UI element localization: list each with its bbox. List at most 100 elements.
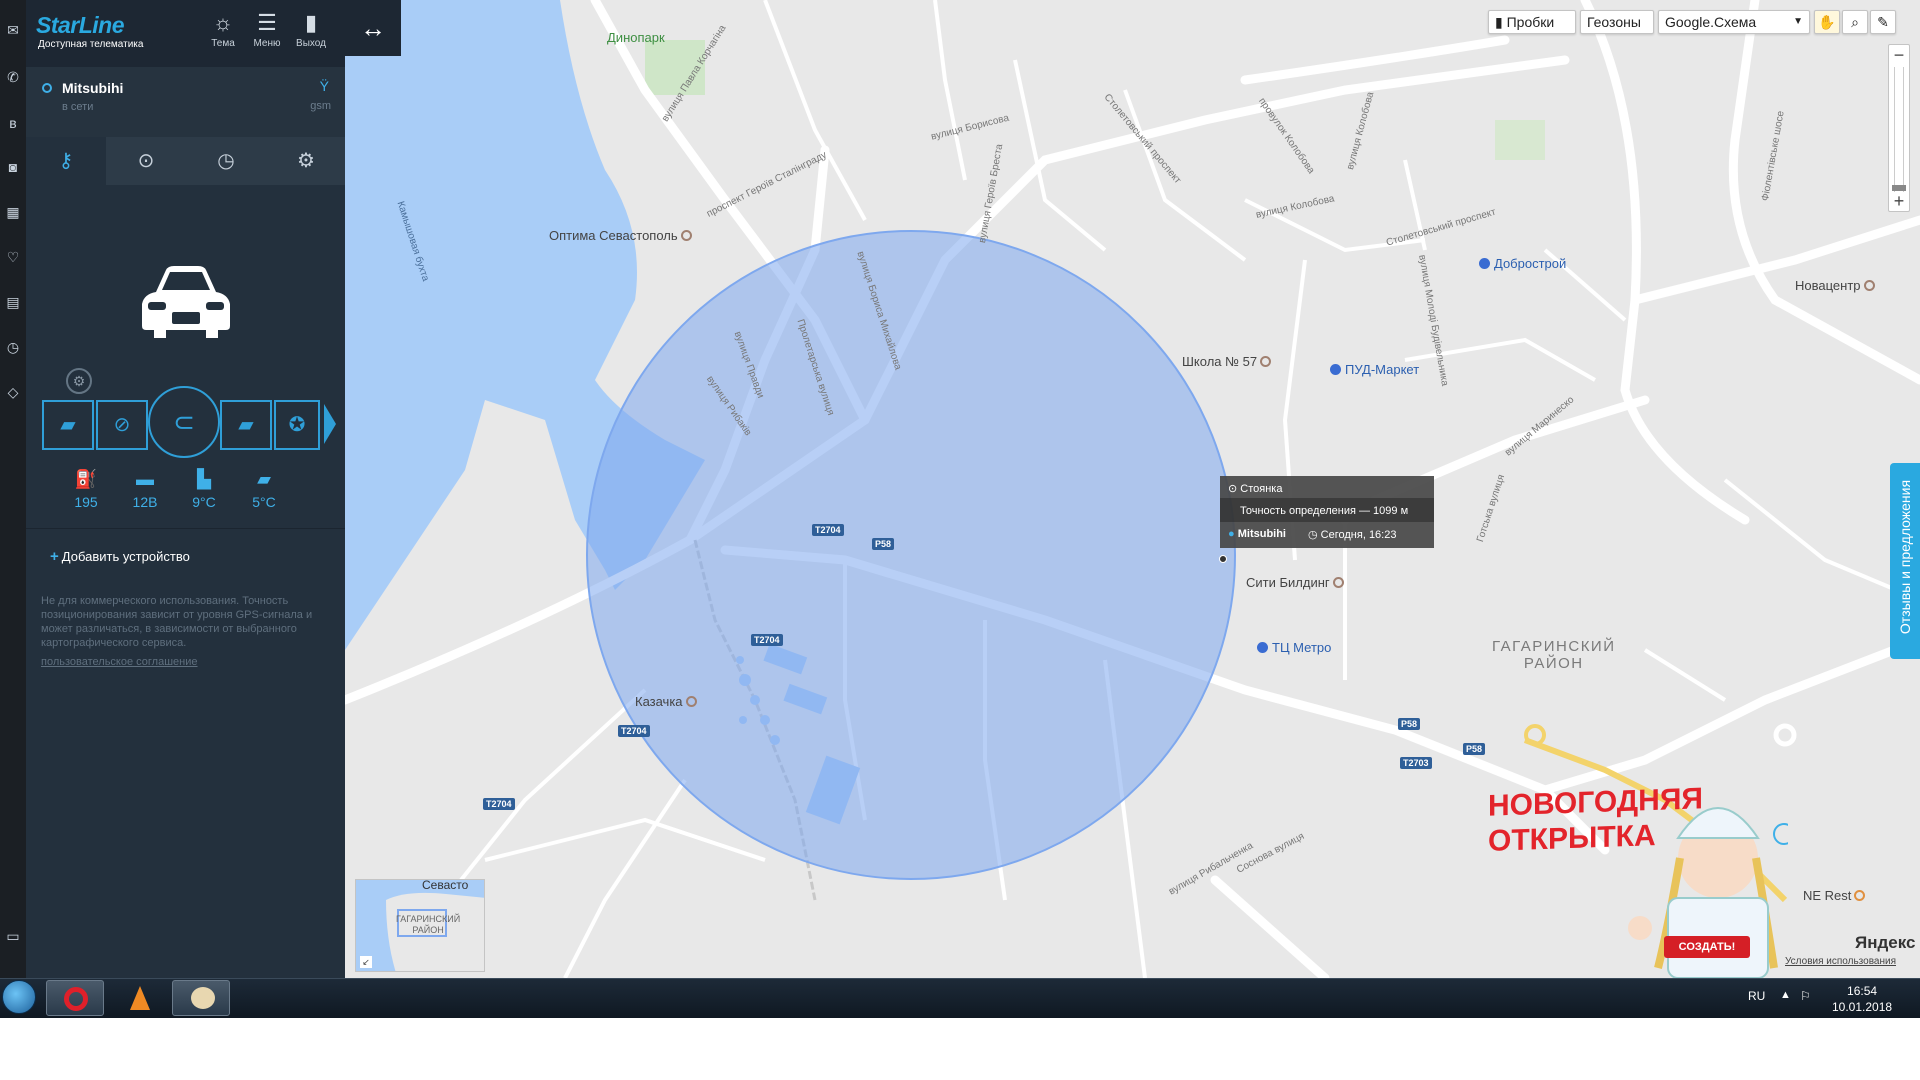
engine-settings-icon[interactable]: ⚙ [66, 368, 92, 394]
minimap[interactable]: Севасто ГАГАРИНСКИЙ РАЙОН ↙ [355, 879, 485, 972]
next-controls-icon[interactable] [324, 404, 336, 444]
status-dot-icon [42, 83, 52, 93]
starline-logo: StarLine [36, 12, 125, 38]
parking-icon: ⊙ [1228, 483, 1238, 495]
car-location-marker[interactable] [1219, 555, 1227, 563]
theme-button[interactable]: ☼ Тема [201, 8, 245, 49]
fuel-gauge-icon: ⛽ [74, 469, 98, 489]
exit-door-icon: ▮ [304, 10, 318, 35]
camera-icon[interactable]: ◙ [3, 157, 23, 177]
signal-type: gsm [310, 100, 331, 112]
tagline: Доступная телематика [38, 39, 144, 50]
map-label-novacenter: Новацентр [1795, 278, 1875, 293]
device-status: в сети [62, 101, 94, 113]
restaurant-icon [1854, 890, 1866, 901]
language-indicator[interactable]: RU [1748, 989, 1765, 1003]
panel-icon[interactable]: ▭ [3, 926, 23, 946]
clock[interactable]: 16:54 10.01.2018 [1832, 983, 1892, 1015]
arrows-horizontal-icon: ↔ [360, 13, 386, 43]
poi-icon [680, 230, 692, 241]
tab-location[interactable]: ⊙ [106, 137, 186, 185]
school-icon [1260, 356, 1272, 367]
tab-history[interactable]: ◷ [186, 137, 266, 185]
popup-title: ⊙ Стоянка [1228, 483, 1283, 495]
taskbar-app-opera[interactable] [46, 980, 104, 1016]
tab-control[interactable]: ⚷ [26, 137, 106, 185]
key-icon: ⚷ [58, 150, 74, 172]
history-icon[interactable]: ◷ [3, 337, 23, 357]
zoom-track[interactable] [1894, 67, 1904, 192]
zoom-control[interactable]: − + [1888, 44, 1910, 212]
taskbar-app-vlc[interactable] [110, 980, 168, 1016]
park-area [1495, 120, 1545, 160]
add-device-button[interactable]: + Добавить устройство [50, 548, 190, 565]
map-label-dobrostroy: Добрострой [1479, 256, 1566, 271]
poi-icon [685, 696, 697, 707]
apps-grid-icon[interactable]: ▦ [3, 202, 23, 222]
accuracy-circle [586, 230, 1236, 880]
stat-battery: ▬ 12В [115, 468, 175, 510]
hand-tool-button[interactable]: ✋ [1814, 10, 1840, 34]
ruler-icon: ✎ [1877, 14, 1889, 30]
traffic-light-icon: ▮ [1495, 14, 1503, 30]
popup-accuracy: Точность определения — 1099 м [1240, 505, 1409, 517]
action-center-icon[interactable]: ⚐ [1800, 989, 1811, 1003]
whatsapp-icon[interactable]: ✆ [3, 67, 23, 87]
heater-button[interactable]: ▰ [220, 400, 272, 450]
engine-stop-button[interactable]: ⊘ [96, 400, 148, 450]
geozones-button[interactable]: Геозоны [1580, 10, 1654, 34]
news-icon[interactable]: ▤ [3, 292, 23, 312]
taskbar-app-paint[interactable] [172, 980, 230, 1016]
road-shield: P58 [1398, 718, 1421, 730]
sidebar-tabs: ⚷ ⊙ ◷ ⚙ [26, 137, 345, 185]
traffic-button[interactable]: ▮ Пробки [1488, 10, 1576, 34]
palette-icon [191, 987, 215, 1009]
map-label-tc-metro: ТЦ Метро [1257, 640, 1331, 655]
engine-heater-icon: ▰ [238, 414, 254, 436]
cube-icon[interactable]: ◇ [3, 382, 23, 402]
theme-label: Тема [211, 38, 235, 49]
new-year-card-ad[interactable]: НОВОГОДНЯЯ ОТКРЫТКА СОЗДАТЬ! [1488, 782, 1788, 978]
ruler-button[interactable]: ✎ [1870, 10, 1896, 34]
tab-settings[interactable]: ⚙ [266, 137, 346, 185]
horn-button[interactable]: ⊂ [148, 386, 220, 458]
road-shield: T2703 [1400, 757, 1432, 769]
zoom-in-icon[interactable]: + [1889, 191, 1909, 211]
extra-function-button[interactable]: ✪ [274, 400, 320, 450]
yandex-logo: Яндекс [1855, 933, 1916, 952]
poi-icon [1863, 280, 1875, 291]
map-type-select[interactable]: Google.Схема ▼ [1658, 10, 1810, 34]
zoom-area-button[interactable]: ⌕ [1842, 10, 1868, 34]
show-hidden-icons-icon[interactable]: ▲ [1780, 989, 1791, 1001]
sidebar: StarLine Доступная телематика ☼ Тема ☰ М… [26, 0, 345, 978]
popup-time: ◷ Сегодня, 16:23 [1308, 529, 1397, 541]
plus-icon: + [50, 548, 59, 565]
agreement-link[interactable]: пользовательское соглашение [41, 656, 198, 668]
exit-button[interactable]: ▮ Выход [289, 8, 333, 49]
feedback-tab[interactable]: Отзывы и предложения [1890, 463, 1920, 659]
road-shield: T2704 [751, 634, 783, 646]
menu-button[interactable]: ☰ Меню [245, 8, 289, 49]
engine-icon: ▰ [257, 469, 271, 489]
zoom-out-icon[interactable]: − [1889, 45, 1909, 65]
district-label: ГАГАРИНСКИЙ РАЙОН [1492, 638, 1616, 672]
exit-label: Выход [296, 38, 326, 49]
start-button[interactable] [2, 980, 36, 1014]
heart-icon[interactable]: ♡ [3, 247, 23, 267]
engine-temp-value: 5°C [252, 494, 276, 510]
engine-start-button[interactable]: ▰ [42, 400, 94, 450]
engine-icon: ▰ [60, 414, 76, 436]
engine-off-icon: ⊘ [113, 414, 131, 436]
messenger-icon[interactable]: ✉ [3, 20, 23, 40]
shop-icon [1479, 258, 1490, 269]
terms-link[interactable]: Условия использования [1785, 956, 1896, 967]
expand-map-button[interactable]: ↔ [345, 0, 401, 56]
map-label-school: Школа № 57 [1182, 354, 1272, 369]
divider [26, 528, 345, 529]
ad-create-button[interactable]: СОЗДАТЬ! [1664, 936, 1750, 958]
minimap-collapse-icon[interactable]: ↙ [360, 956, 372, 968]
sidebar-header: StarLine Доступная телематика ☼ Тема ☰ М… [26, 0, 345, 67]
star-circle-icon: ✪ [288, 414, 306, 436]
battery-value: 12В [132, 494, 158, 510]
vk-icon[interactable]: в [3, 113, 23, 133]
